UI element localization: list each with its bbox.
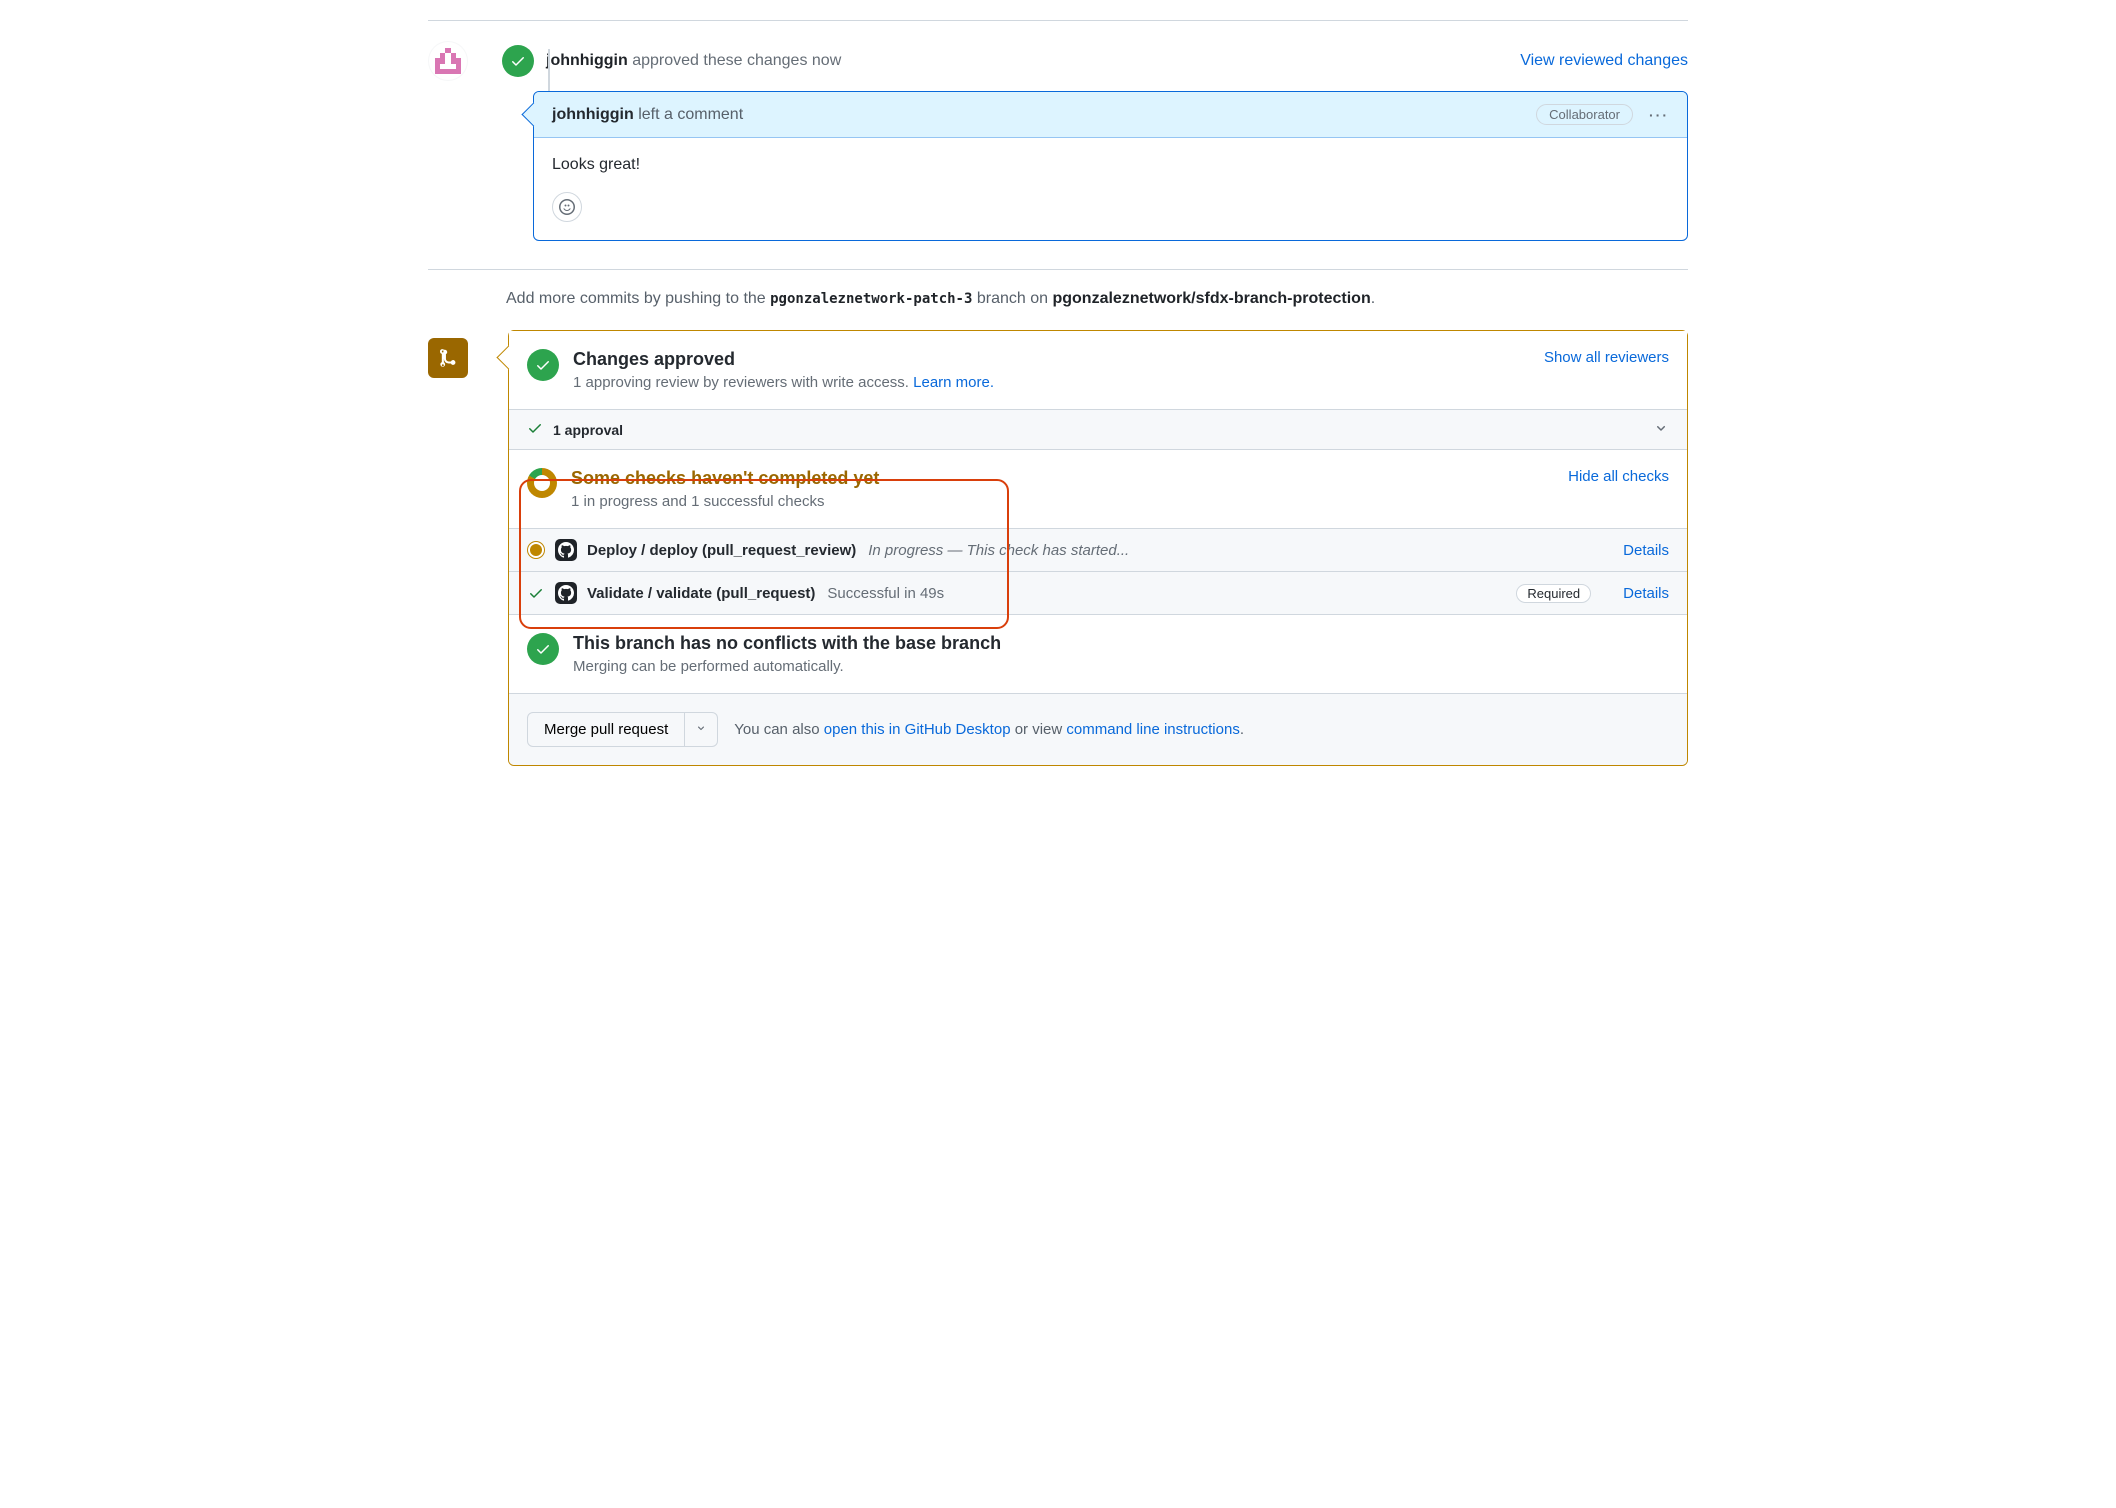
review-comment-box: johnhiggin left a comment Collaborator ·… <box>533 91 1688 241</box>
success-icon <box>527 633 559 665</box>
repo-name: pgonzaleznetwork/sfdx-branch-protection <box>1052 290 1370 307</box>
merge-status-box: Changes approved 1 approving review by r… <box>508 330 1688 766</box>
check-details-link[interactable]: Details <box>1623 542 1669 559</box>
approval-count-text: 1 approval <box>553 422 623 438</box>
github-actions-icon <box>555 582 577 604</box>
check-row-validate: Validate / validate (pull_request) Succe… <box>509 572 1687 615</box>
success-icon <box>527 585 545 601</box>
show-all-reviewers-link[interactable]: Show all reviewers <box>1544 349 1669 366</box>
comment-header-text: left a comment <box>638 106 743 123</box>
review-when[interactable]: now <box>812 52 841 69</box>
check-meta: Successful in 49s <box>827 585 944 602</box>
review-header: johnhiggin approved these changes now Vi… <box>428 41 1688 81</box>
branch-name: pgonzaleznetwork-patch-3 <box>770 291 972 307</box>
pending-icon <box>527 544 545 556</box>
review-action-text: approved these changes <box>632 52 807 69</box>
view-reviewed-changes-link[interactable]: View reviewed changes <box>1520 52 1688 70</box>
check-name: Validate / validate (pull_request) <box>587 585 815 602</box>
checks-donut-icon <box>527 468 557 498</box>
merge-footer: Merge pull request You can also open thi… <box>509 694 1687 765</box>
approved-title: Changes approved <box>573 349 1544 370</box>
push-hint: Add more commits by pushing to the pgonz… <box>506 290 1688 308</box>
required-badge: Required <box>1516 584 1591 603</box>
no-conflicts-subtitle: Merging can be performed automatically. <box>573 658 1669 675</box>
checks-subtitle: 1 in progress and 1 successful checks <box>571 493 1568 510</box>
no-conflicts-title: This branch has no conflicts with the ba… <box>573 633 1669 654</box>
check-meta: In progress — This check has started... <box>868 542 1129 559</box>
approved-subtitle: 1 approving review by reviewers with wri… <box>573 374 913 391</box>
merge-pull-request-button[interactable]: Merge pull request <box>527 712 685 747</box>
checks-section-header: Some checks haven't completed yet 1 in p… <box>509 450 1687 529</box>
check-row-deploy: Deploy / deploy (pull_request_review) In… <box>509 529 1687 572</box>
approved-icon <box>527 349 559 381</box>
chevron-down-icon <box>1653 420 1669 439</box>
comment-menu-button[interactable]: ··· <box>1649 107 1669 123</box>
reviewer-avatar[interactable] <box>428 41 468 81</box>
check-name: Deploy / deploy (pull_request_review) <box>587 542 856 559</box>
command-line-instructions-link[interactable]: command line instructions <box>1066 721 1239 738</box>
role-badge: Collaborator <box>1536 104 1633 125</box>
no-conflicts-section: This branch has no conflicts with the ba… <box>509 615 1687 694</box>
add-reaction-button[interactable] <box>552 192 582 222</box>
reviewer-username[interactable]: johnhiggin <box>546 52 628 69</box>
merge-status-icon <box>428 338 468 378</box>
comment-username[interactable]: johnhiggin <box>552 106 634 124</box>
changes-approved-section: Changes approved 1 approving review by r… <box>509 331 1687 410</box>
approved-check-icon <box>502 45 534 77</box>
check-details-link[interactable]: Details <box>1623 585 1669 602</box>
approval-summary-row[interactable]: 1 approval <box>509 410 1687 450</box>
learn-more-link[interactable]: Learn more. <box>913 374 994 391</box>
hide-all-checks-link[interactable]: Hide all checks <box>1568 468 1669 485</box>
open-in-desktop-link[interactable]: open this in GitHub Desktop <box>824 721 1011 738</box>
github-actions-icon <box>555 539 577 561</box>
merge-dropdown-button[interactable] <box>685 712 718 747</box>
check-icon <box>527 420 543 439</box>
comment-body: Looks great! <box>552 156 1669 174</box>
review-comment-header: johnhiggin left a comment Collaborator ·… <box>534 92 1687 138</box>
checks-title: Some checks haven't completed yet <box>571 468 1568 489</box>
